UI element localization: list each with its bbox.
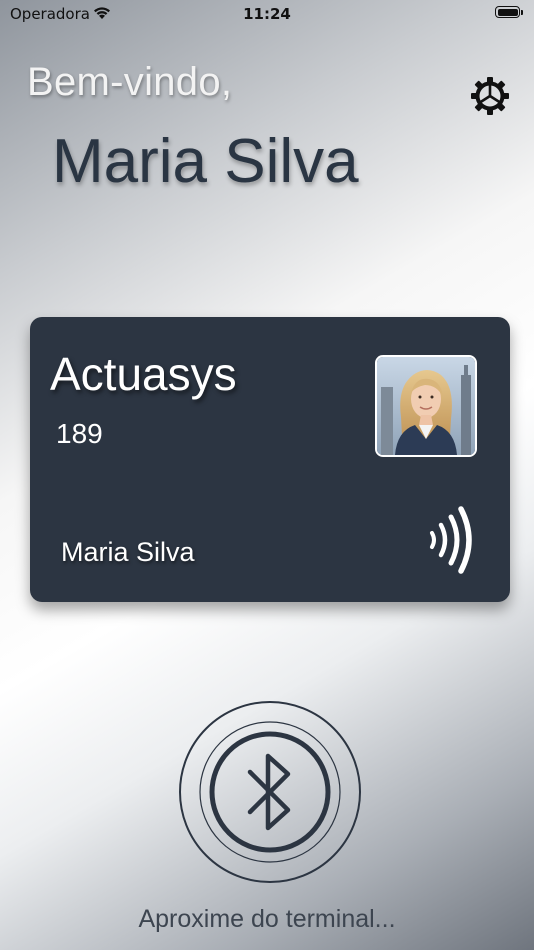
user-name-title: Maria Silva: [52, 127, 359, 196]
greeting-text: Bem-vindo,: [27, 60, 233, 104]
battery-icon: [495, 6, 524, 20]
card-holder-name: Maria Silva: [61, 537, 195, 567]
status-message: Aproxime do terminal...: [138, 905, 396, 933]
gear-icon[interactable]: [470, 76, 510, 116]
contactless-icon: [430, 506, 472, 574]
profile-photo: [375, 355, 477, 457]
card-id-number: 189: [56, 418, 103, 449]
id-card[interactable]: Actuasys 189 Maria Silva: [30, 317, 510, 602]
bluetooth-button[interactable]: [178, 700, 362, 884]
bluetooth-icon: [247, 753, 291, 831]
clock: 11:24: [243, 5, 291, 23]
status-bar: Operadora 11:24: [0, 0, 534, 28]
company-name: Actuasys: [50, 348, 237, 400]
